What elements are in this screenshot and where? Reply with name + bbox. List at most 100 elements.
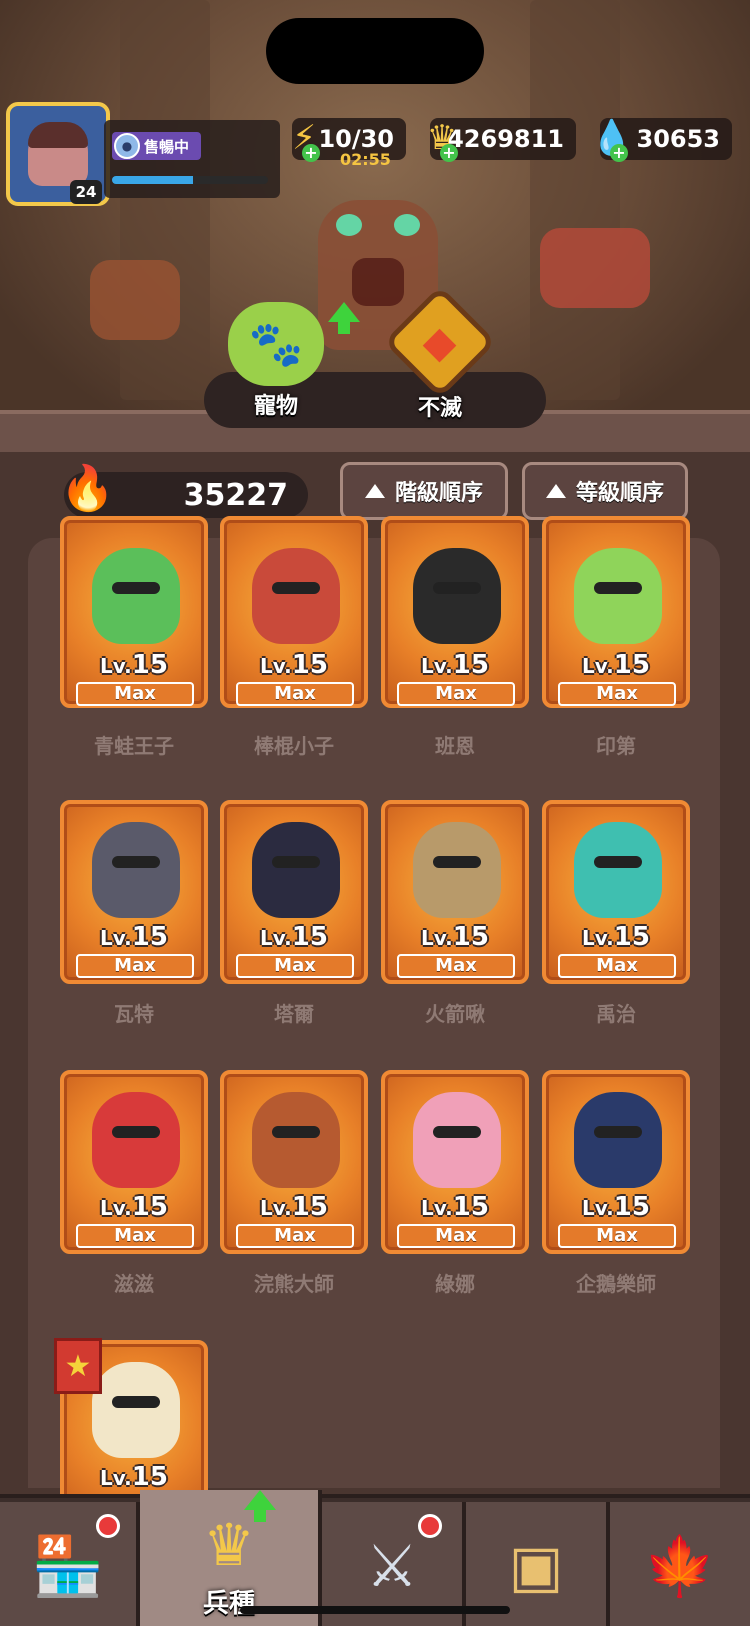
gold-counter[interactable]: ♛ + 4269811 [427,118,576,162]
xp-bar-fill [112,176,194,184]
team-power-value: 35227 [183,477,288,513]
unit-level: Lv.15 [260,922,328,952]
unit-max-badge: Max [397,954,515,978]
unit-portrait [92,1092,180,1188]
immortal-mode-button[interactable]: ◆ 不滅 [380,285,500,422]
unit-name: 綠娜 [435,1272,475,1296]
unit-card[interactable]: Lv.15Max [220,1070,368,1254]
unit-portrait [92,548,180,644]
add-gold-icon[interactable]: + [440,144,458,162]
unit-portrait [92,822,180,918]
unit-name: 瓦特 [114,1002,154,1026]
sort-by-level-label: 等級順序 [575,481,664,506]
unit-portrait [574,822,662,918]
xp-bar [112,176,268,184]
unit-name: 青蛙王子 [94,734,174,758]
immortal-gem-icon: ◆ [383,285,497,399]
sort-by-level-button[interactable]: 等級順序 [522,462,688,520]
unit-name: 棒棍小子 [254,734,334,758]
home-indicator [240,1606,510,1614]
sort-up-icon [545,484,566,498]
status-label: 售暢中 [144,137,190,156]
unit-card[interactable]: Lv.15Max [381,516,529,708]
shop-icon: 🏪 [31,1531,105,1600]
camera-notch [266,18,484,84]
flame-icon: 🔥 [60,463,115,514]
unit-max-badge: Max [558,682,676,706]
unit-card[interactable]: Lv.15Max [542,800,690,984]
crossed-swords-icon: ⚔ [366,1532,418,1600]
unit-portrait [413,822,501,918]
unit-level: Lv.15 [100,1192,168,1222]
unit-level: Lv.15 [421,1192,489,1222]
unit-level: Lv.15 [582,650,650,680]
add-gem-icon[interactable]: + [610,144,628,162]
unit-max-badge: Max [236,682,354,706]
unit-level: Lv.15 [582,922,650,952]
sort-up-icon [364,484,385,498]
unit-level: Lv.15 [260,1192,328,1222]
axolotl-pet-icon: 🐾 [228,302,324,386]
unit-card[interactable]: Lv.15Max [220,800,368,984]
upgrade-arrow-icon [244,1490,276,1522]
unit-portrait [574,548,662,644]
unit-card[interactable]: Lv.15Max [542,516,690,708]
unit-card[interactable]: Lv.15Max [381,1070,529,1254]
unit-max-badge: Max [76,1224,194,1248]
unit-name: 浣熊大師 [254,1272,334,1296]
unit-level: Lv.15 [100,922,168,952]
unit-level: Lv.15 [421,922,489,952]
unit-portrait [252,822,340,918]
enemy-armor-deco [90,260,180,340]
tab-loot[interactable]: 🍁 [610,1502,750,1626]
pet-mode-button[interactable]: 🐾 寵物 [216,302,336,420]
add-energy-icon[interactable]: + [302,144,320,162]
unit-portrait [413,548,501,644]
mode-selector: 🐾 寵物 ◆ 不滅 [204,285,546,428]
unit-name: 禹治 [596,1002,636,1026]
leaf-loot-icon: 🍁 [643,1531,717,1600]
notification-dot [96,1514,120,1538]
unit-portrait [92,1362,180,1458]
crown-units-icon: ♛ [203,1511,255,1579]
status-tag: ● 售暢中 [112,132,202,160]
unit-max-badge: Max [558,1224,676,1248]
immortal-mode-label: 不滅 [417,396,462,421]
unit-portrait [574,1092,662,1188]
unit-name: 企鵝樂師 [576,1272,656,1296]
tab-units-label: 兵種 [202,1589,255,1619]
unit-card[interactable]: Lv.15Max [381,800,529,984]
background-pillar [530,0,620,400]
sort-by-rank-button[interactable]: 階級順序 [340,462,508,520]
unit-card[interactable]: Lv.15Max [60,1070,208,1254]
unit-name: 滋滋 [114,1272,154,1296]
team-power: 🔥 35227 [60,463,308,518]
unit-card[interactable]: Lv.15Max [60,800,208,984]
unit-max-badge: Max [397,682,515,706]
player-profile[interactable]: 24 ● 售暢中 [6,102,280,206]
unit-name: 印第 [596,734,636,758]
gem-counter[interactable]: 💧 + 30653 [591,118,732,162]
unit-max-badge: Max [558,954,676,978]
player-status-panel: ● 售暢中 [104,120,280,198]
notification-dot [418,1514,442,1538]
unit-name: 火箭啾 [425,1002,485,1026]
energy-value: 10/30 [318,125,394,153]
pet-mode-label: 寵物 [253,394,298,419]
unit-level: Lv.15 [582,1192,650,1222]
gem-value: 30653 [636,125,721,153]
unit-level: Lv.15 [100,1462,168,1492]
player-level-badge: 24 [70,180,102,204]
tab-shop[interactable]: 🏪 [0,1502,140,1626]
sort-by-rank-label: 階級順序 [394,481,483,506]
unit-card[interactable]: Lv.15Max [60,516,208,708]
unit-card[interactable]: Lv.15Max [542,1070,690,1254]
unit-card[interactable]: Lv.15Max [220,516,368,708]
unit-name: 塔爾 [274,1002,314,1026]
gold-value: 4269811 [447,125,564,153]
unit-level: Lv.15 [421,650,489,680]
unit-portrait [252,548,340,644]
unit-max-badge: Max [236,1224,354,1248]
unit-max-badge: Max [76,954,194,978]
unit-level: Lv.15 [100,650,168,680]
